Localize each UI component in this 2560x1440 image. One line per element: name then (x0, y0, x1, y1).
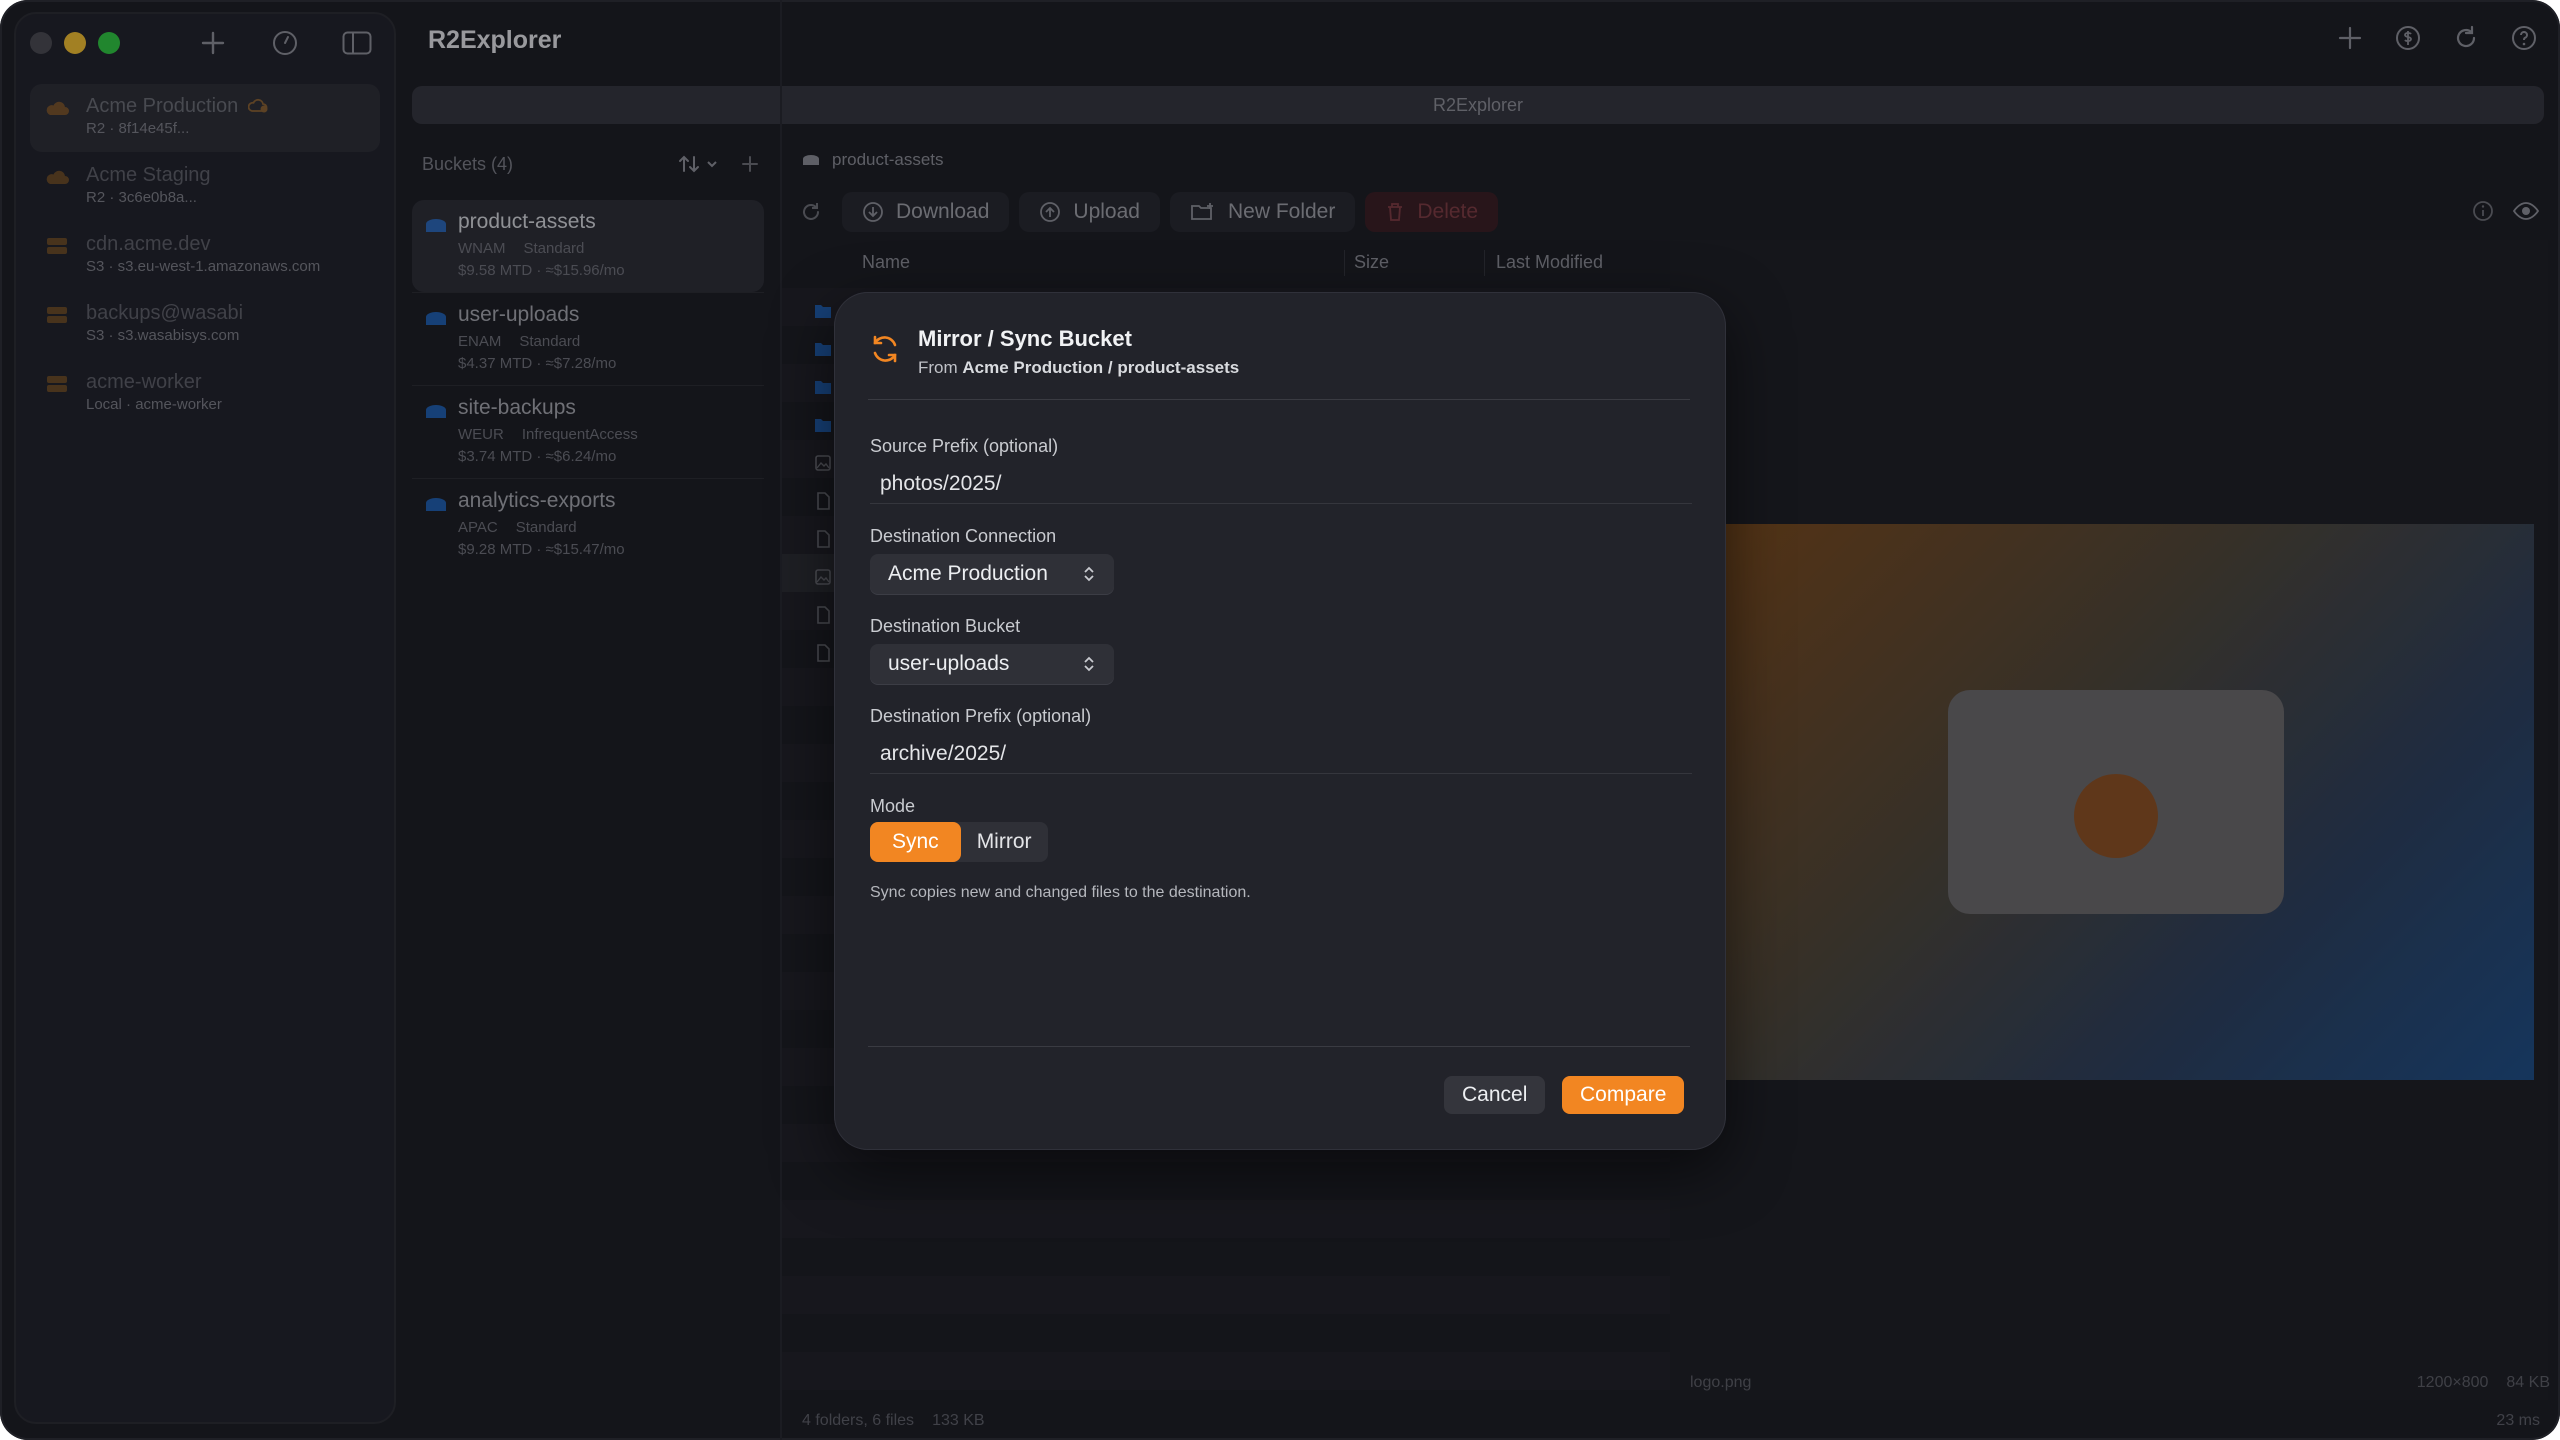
sync-icon (873, 335, 897, 363)
compare-button[interactable]: Compare (1562, 1076, 1685, 1114)
chevron-updown-icon (1084, 566, 1094, 582)
mode-label: Mode (870, 796, 916, 816)
destination-connection-value: Acme Production (888, 562, 1048, 585)
destination-prefix-label: Destination Prefix (optional) (870, 706, 1092, 726)
destination-bucket-value: user-uploads (888, 652, 1010, 675)
app-window: Acme Production R2 · 8f14e45f... Acme St… (0, 0, 2560, 1440)
mode-sync-option[interactable]: Sync (870, 822, 961, 862)
dialog-header: Mirror / Sync Bucket From Acme Productio… (868, 326, 1690, 400)
dialog-footer-divider (868, 1046, 1690, 1047)
destination-connection-select[interactable]: Acme Production (870, 554, 1114, 594)
destination-bucket-label: Destination Bucket (870, 616, 1021, 636)
destination-connection-label: Destination Connection (870, 526, 1057, 546)
mode-mirror-option[interactable]: Mirror (961, 822, 1048, 862)
destination-bucket-select[interactable]: user-uploads (870, 644, 1114, 684)
destination-prefix-input[interactable] (870, 734, 1692, 774)
chevron-updown-icon (1084, 656, 1094, 672)
mode-segmented-control: Sync Mirror (870, 822, 1048, 862)
dialog-subtitle: From Acme Production / product-assets (918, 358, 1240, 377)
mirror-sync-dialog: Mirror / Sync Bucket From Acme Productio… (834, 292, 1726, 1150)
cancel-button[interactable]: Cancel (1444, 1076, 1546, 1114)
source-prefix-input[interactable] (870, 464, 1692, 504)
mode-help-text: Sync copies new and changed files to the… (870, 884, 1251, 901)
source-prefix-label: Source Prefix (optional) (870, 436, 1059, 456)
dialog-title: Mirror / Sync Bucket (918, 326, 1132, 351)
